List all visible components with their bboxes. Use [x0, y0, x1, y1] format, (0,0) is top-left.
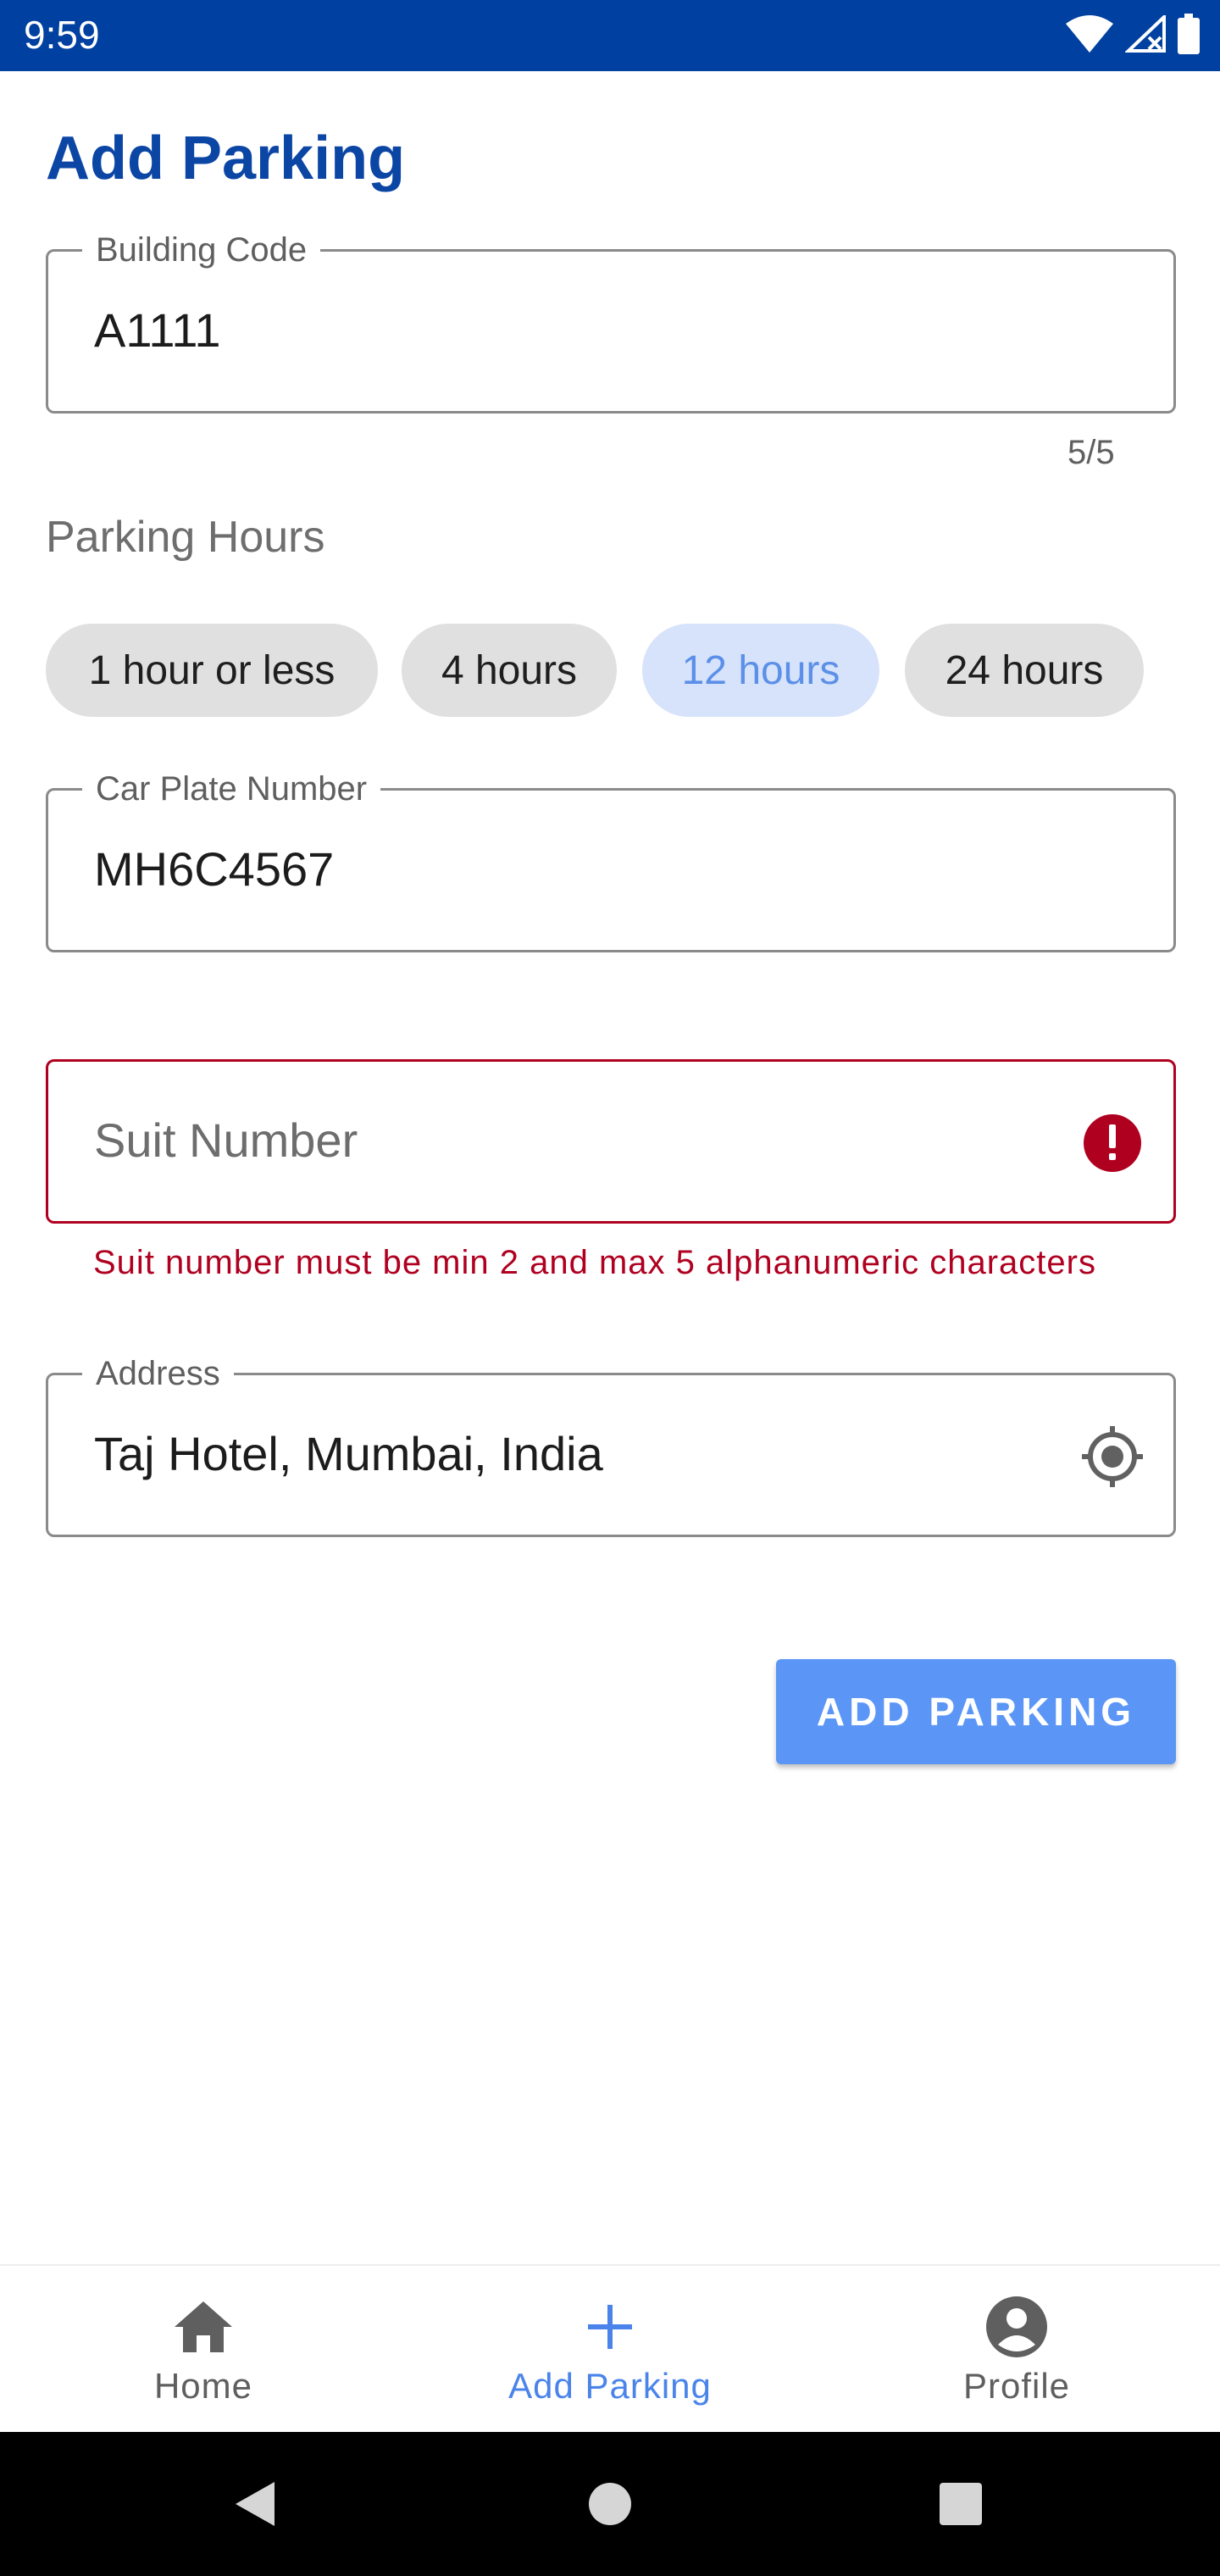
car-plate-field[interactable]: Car Plate Number MH6C4567 [46, 770, 1176, 952]
nav-label-add-parking: Add Parking [508, 2366, 712, 2406]
suit-number-error: Suit number must be min 2 and max 5 alph… [93, 1244, 1096, 1281]
status-time: 9:59 [24, 13, 100, 57]
chip-1-hour-or-less[interactable]: 1 hour or less [46, 624, 378, 717]
chip-12-hours[interactable]: 12 hours [642, 624, 879, 717]
building-code-counter: 5/5 [1068, 434, 1115, 471]
chip-4-hours[interactable]: 4 hours [402, 624, 617, 717]
chip-label: 4 hours [441, 647, 578, 693]
status-bar: 9:59 [0, 0, 1220, 71]
status-icons [1066, 12, 1200, 58]
page-title: Add Parking [46, 125, 406, 192]
battery-icon [1178, 13, 1200, 58]
parking-hours-label: Parking Hours [46, 513, 325, 562]
my-location-icon[interactable] [1080, 1424, 1145, 1489]
building-code-label: Building Code [82, 231, 321, 269]
wifi-icon [1066, 14, 1113, 57]
car-plate-label: Car Plate Number [82, 770, 381, 808]
nav-item-profile[interactable]: Profile [813, 2266, 1220, 2434]
building-code-field[interactable]: Building Code A1111 [46, 231, 1176, 414]
building-code-value: A1111 [94, 303, 221, 357]
address-label: Address [82, 1355, 234, 1392]
add-parking-button-label: ADD PARKING [816, 1690, 1136, 1734]
error-icon [1080, 1111, 1145, 1175]
add-parking-button[interactable]: ADD PARKING [776, 1659, 1176, 1764]
add-icon [578, 2295, 642, 2359]
chip-label: 24 hours [945, 647, 1104, 693]
nav-item-home[interactable]: Home [0, 2266, 407, 2434]
back-icon[interactable] [220, 2432, 288, 2576]
nav-item-add-parking[interactable]: Add Parking [407, 2266, 813, 2434]
suit-number-field[interactable]: Suit Number [46, 1059, 1176, 1224]
chip-24-hours[interactable]: 24 hours [905, 624, 1144, 717]
recents-icon[interactable] [927, 2432, 995, 2576]
system-navigation-bar [0, 2432, 1220, 2576]
address-field[interactable]: Address Taj Hotel, Mumbai, India [46, 1355, 1176, 1537]
chip-label: 12 hours [681, 647, 840, 693]
nav-label-profile: Profile [962, 2366, 1071, 2406]
signal-no-service-icon [1124, 12, 1166, 57]
account-circle-icon [984, 2295, 1049, 2359]
suit-number-placeholder: Suit Number [94, 1113, 358, 1167]
nav-label-home: Home [153, 2366, 253, 2406]
car-plate-value: MH6C4567 [94, 842, 335, 896]
home-icon [171, 2295, 236, 2359]
bottom-navigation: Home Add Parking Profile [0, 2264, 1220, 2432]
address-value: Taj Hotel, Mumbai, India [94, 1427, 603, 1480]
home-circle-icon[interactable] [576, 2432, 644, 2576]
chip-label: 1 hour or less [88, 647, 336, 693]
